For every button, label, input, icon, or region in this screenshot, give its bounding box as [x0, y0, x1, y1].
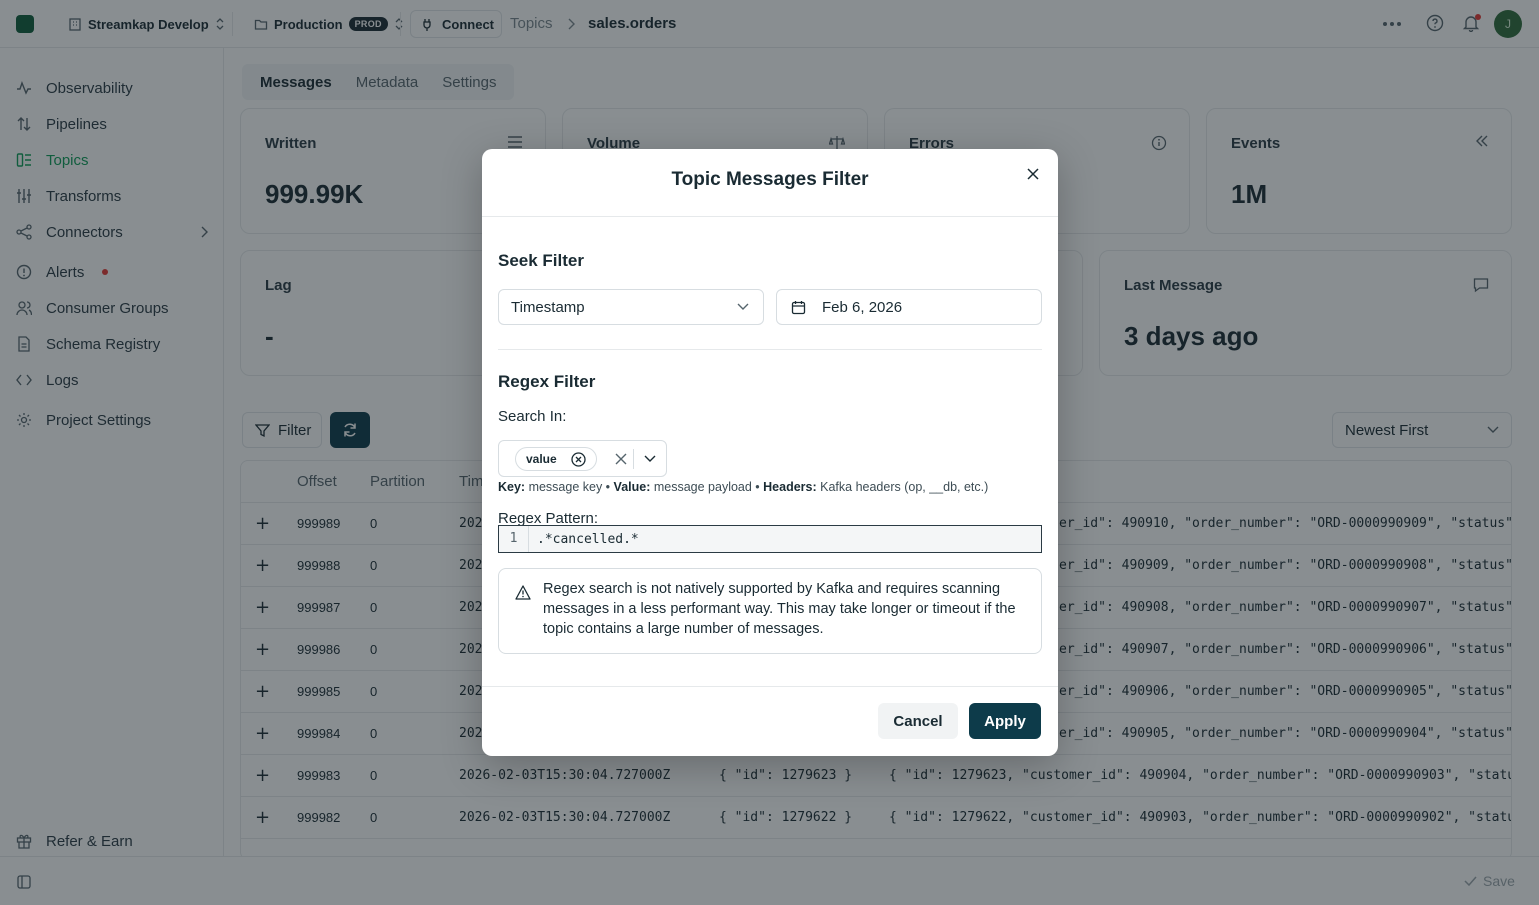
divider	[482, 216, 1058, 217]
divider	[482, 686, 1058, 687]
regex-filter-title: Regex Filter	[498, 372, 596, 391]
seek-type-value: Timestamp	[511, 298, 585, 316]
regex-pattern-value: .*cancelled.*	[537, 531, 639, 547]
warning-triangle-icon	[515, 585, 531, 600]
cancel-button[interactable]: Cancel	[878, 703, 958, 739]
line-number: 1	[499, 526, 529, 552]
topic-messages-filter-dialog: Topic Messages Filter Seek Filter Timest…	[482, 149, 1058, 756]
modal-title: Topic Messages Filter	[671, 169, 869, 190]
chevron-down-icon[interactable]	[644, 455, 656, 463]
chip-label: value	[526, 452, 557, 466]
hint-value-desc: message payload •	[650, 480, 764, 494]
regex-pattern-editor[interactable]: 1 .*cancelled.*	[498, 525, 1042, 553]
seek-type-select[interactable]: Timestamp	[498, 289, 764, 325]
hint-key-label: Key:	[498, 480, 526, 494]
seek-date-picker[interactable]: Feb 6, 2026	[776, 289, 1042, 325]
warning-text: Regex search is not natively supported b…	[543, 581, 1016, 637]
search-in-hint: Key: message key • Value: message payloa…	[498, 480, 988, 494]
hint-key-desc: message key •	[525, 480, 614, 494]
divider	[633, 449, 634, 469]
hint-headers-label: Headers:	[763, 480, 817, 494]
apply-button[interactable]: Apply	[969, 703, 1041, 739]
hint-headers-desc: Kafka headers (op, __db, etc.)	[816, 480, 989, 494]
clear-icon[interactable]	[615, 453, 627, 465]
seek-filter-title: Seek Filter	[498, 251, 584, 270]
calendar-icon	[791, 300, 806, 314]
regex-warning: Regex search is not natively supported b…	[498, 568, 1042, 654]
seek-date-value: Feb 6, 2026	[822, 298, 903, 316]
close-icon[interactable]	[1026, 167, 1040, 181]
search-in-label: Search In:	[498, 408, 567, 425]
divider	[498, 349, 1042, 350]
search-in-multiselect[interactable]: value	[498, 440, 667, 477]
chevron-down-icon	[737, 303, 749, 310]
remove-chip-icon[interactable]	[571, 451, 586, 467]
hint-value-label: Value:	[613, 480, 651, 494]
search-in-chip: value	[515, 447, 597, 471]
